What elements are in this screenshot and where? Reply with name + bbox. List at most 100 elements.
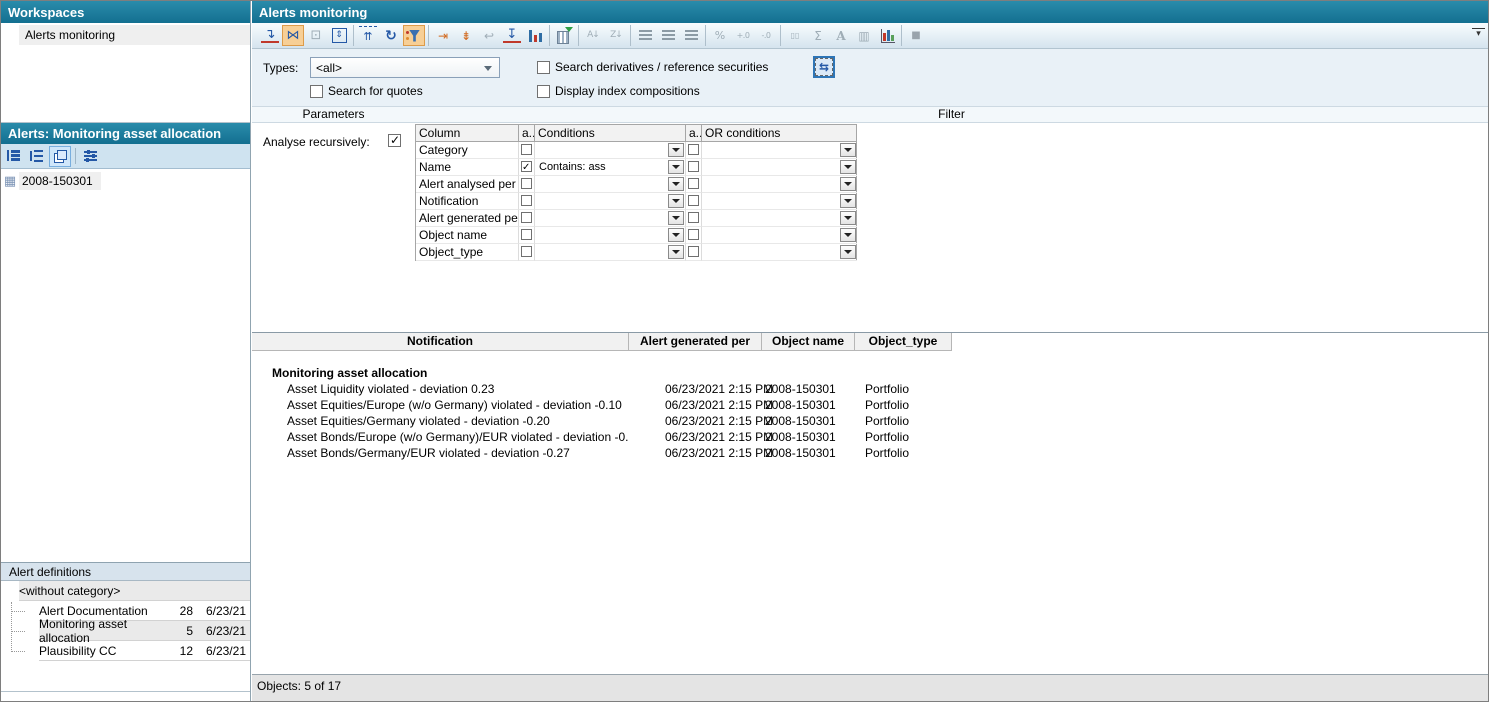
condition-value-cell[interactable]: Contains: ass	[535, 159, 686, 176]
or-condition-and-checkbox[interactable]	[688, 212, 699, 223]
or-condition-and-checkbox[interactable]	[688, 246, 699, 257]
or-condition-dropdown-button[interactable]	[840, 245, 856, 259]
condition-dropdown-button[interactable]	[668, 177, 684, 191]
or-condition-and-checkbox[interactable]	[688, 178, 699, 189]
fit-rows-icon[interactable]: ⇕	[328, 25, 350, 46]
search-derivatives-checkbox[interactable]	[537, 61, 550, 74]
insert-column-icon[interactable]	[553, 25, 575, 46]
or-condition-dropdown-button[interactable]	[840, 160, 856, 174]
or-condition-and-checkbox[interactable]	[688, 229, 699, 240]
or-condition-dropdown-button[interactable]	[840, 143, 856, 157]
condition-column-name: Notification	[416, 193, 519, 210]
display-index-label: Display index compositions	[555, 84, 700, 98]
alerts-tree-panel: Alerts: Monitoring asset allocation	[1, 123, 250, 562]
filter-icon[interactable]	[403, 25, 425, 46]
value-columns-icon[interactable]	[524, 25, 546, 46]
condition-dropdown-button[interactable]	[668, 160, 684, 174]
jump-last-icon[interactable]: ↧	[501, 25, 523, 46]
or-condition-value-cell[interactable]	[702, 159, 857, 176]
refresh-icon[interactable]: ↻	[380, 25, 402, 46]
results-header-generated-per[interactable]: Alert generated per	[629, 333, 762, 351]
alert-definition-label: <without category>	[19, 584, 171, 598]
left-panel: Workspaces Alerts monitoring Alerts: Mon…	[1, 1, 251, 701]
results-header-object-name[interactable]: Object name	[762, 333, 855, 351]
sort-desc-icon: Z↓	[605, 25, 627, 46]
condition-dropdown-button[interactable]	[668, 194, 684, 208]
condition-and-checkbox[interactable]	[521, 195, 532, 206]
condition-dropdown-button[interactable]	[668, 245, 684, 259]
step-into-icon[interactable]: ⇥	[432, 25, 454, 46]
condition-and-checkbox[interactable]	[521, 212, 532, 223]
run-analysis-icon[interactable]: ↴	[259, 25, 281, 46]
or-condition-dropdown-button[interactable]	[840, 194, 856, 208]
or-condition-dropdown-button[interactable]	[840, 177, 856, 191]
condition-value-cell[interactable]	[535, 244, 686, 261]
results-header-notification[interactable]: Notification	[252, 333, 629, 351]
or-condition-and-checkbox[interactable]	[688, 144, 699, 155]
alert-definition-row[interactable]: <without category>	[1, 581, 250, 601]
conditions-table: Column a.. Conditions a.. OR conditions …	[415, 124, 857, 261]
view-options-icon[interactable]	[80, 146, 102, 167]
search-quotes-checkbox[interactable]	[310, 85, 323, 98]
or-condition-dropdown-button[interactable]	[840, 211, 856, 225]
condition-row: Object_type	[416, 244, 856, 261]
alert-definition-row[interactable]: Monitoring asset allocation 5 6/23/21	[1, 621, 250, 641]
results-header-object-type[interactable]: Object_type	[855, 333, 952, 351]
or-condition-value-cell[interactable]	[702, 142, 857, 159]
alert-definitions-title: Alert definitions	[9, 565, 91, 579]
condition-value-cell[interactable]	[535, 176, 686, 193]
or-condition-and-checkbox[interactable]	[688, 195, 699, 206]
or-condition-value-cell[interactable]	[702, 193, 857, 210]
display-index-checkbox[interactable]	[537, 85, 550, 98]
tree-view-icon[interactable]	[3, 146, 25, 167]
condition-and-checkbox[interactable]	[521, 144, 532, 155]
step-return-icon: ↩	[478, 25, 500, 46]
new-range-icon[interactable]: ⇈	[357, 25, 379, 46]
or-condition-value-cell[interactable]	[702, 210, 857, 227]
result-row[interactable]: Asset Bonds/Germany/EUR violated - devia…	[252, 445, 1488, 461]
collapse-levels-icon[interactable]: ⋈	[282, 25, 304, 46]
column-width-icon: ▯▯	[784, 25, 806, 46]
condition-and-checkbox[interactable]	[521, 161, 532, 172]
condition-dropdown-button[interactable]	[668, 211, 684, 225]
tree-item[interactable]: ▦ 2008-150301	[1, 171, 250, 191]
columns-icon: ▥	[853, 25, 875, 46]
chart-icon[interactable]	[876, 25, 898, 46]
org-view-icon[interactable]	[26, 146, 48, 167]
result-row[interactable]: Asset Liquidity violated - deviation 0.2…	[252, 381, 1488, 397]
alert-definition-row[interactable]: Plausibility CC 12 6/23/21	[1, 641, 250, 661]
types-dropdown[interactable]: <all>	[310, 57, 500, 78]
result-row[interactable]: Asset Equities/Europe (w/o Germany) viol…	[252, 397, 1488, 413]
or-condition-value-cell[interactable]	[702, 244, 857, 261]
or-condition-value-cell[interactable]	[702, 227, 857, 244]
result-row[interactable]: Asset Bonds/Europe (w/o Germany)/EUR vio…	[252, 429, 1488, 445]
condition-and-checkbox[interactable]	[521, 246, 532, 257]
results-group-label: Monitoring asset allocation	[252, 365, 1488, 381]
condition-dropdown-button[interactable]	[668, 228, 684, 242]
result-row[interactable]: Asset Equities/Germany violated - deviat…	[252, 413, 1488, 429]
workspace-item-label: Alerts monitoring	[19, 25, 250, 45]
condition-dropdown-button[interactable]	[668, 143, 684, 157]
results-table-body: Monitoring asset allocation Asset Liquid…	[252, 351, 1488, 461]
result-object-type: Portfolio	[855, 397, 952, 413]
analyse-recursively-checkbox[interactable]	[388, 134, 401, 147]
or-condition-value-cell[interactable]	[702, 176, 857, 193]
copy-list-icon[interactable]	[49, 146, 71, 167]
condition-and-checkbox[interactable]	[521, 229, 532, 240]
workspace-item[interactable]: Alerts monitoring	[1, 25, 250, 45]
result-object-type: Portfolio	[855, 413, 952, 429]
condition-row: Name Contains: ass	[416, 159, 856, 176]
condition-value-cell[interactable]	[535, 210, 686, 227]
condition-row: Object name	[416, 227, 856, 244]
toolbar-overflow-button[interactable]: ▾	[1472, 28, 1485, 40]
sort-asc-icon: A↓	[582, 25, 604, 46]
or-condition-and-checkbox[interactable]	[688, 161, 699, 172]
step-down-icon[interactable]: ⇟	[455, 25, 477, 46]
condition-value-cell[interactable]	[535, 142, 686, 159]
condition-value-cell[interactable]	[535, 193, 686, 210]
workspace-item-gutter	[1, 25, 19, 45]
condition-value-cell[interactable]	[535, 227, 686, 244]
refresh-search-button[interactable]: ⇆	[813, 56, 835, 78]
condition-and-checkbox[interactable]	[521, 178, 532, 189]
or-condition-dropdown-button[interactable]	[840, 228, 856, 242]
